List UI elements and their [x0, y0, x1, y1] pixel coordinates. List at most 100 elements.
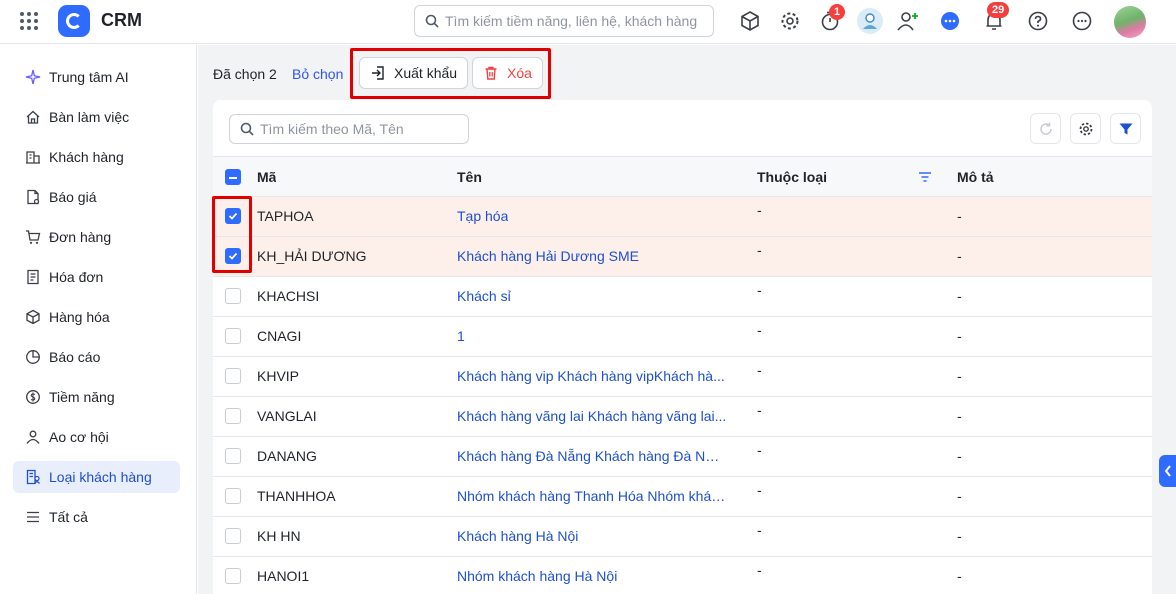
top-bar: CRM 1 29: [0, 0, 1176, 44]
cell-name[interactable]: Tạp hóa: [457, 208, 508, 224]
table-row[interactable]: KH_HẢI DƯƠNG Khách hàng Hải Dương SME - -: [213, 237, 1152, 277]
sidebar-item-8[interactable]: Báo cáo: [13, 341, 180, 373]
timer-badge: 1: [829, 4, 846, 20]
chevron-left-icon: [1164, 465, 1171, 477]
sidebar-item-6[interactable]: Hóa đơn: [13, 261, 180, 293]
cell-type: -: [757, 282, 762, 298]
help-icon[interactable]: [1025, 8, 1051, 34]
sidebar-item-12[interactable]: Tất cả: [13, 501, 180, 533]
column-filter-icon[interactable]: [918, 171, 932, 183]
table-row[interactable]: DANANG Khách hàng Đà Nẵng Khách hàng Đà N…: [213, 437, 1152, 477]
row-checkbox[interactable]: [225, 288, 241, 304]
global-search[interactable]: [414, 5, 714, 37]
sidebar-item-2[interactable]: Bàn làm việc: [13, 101, 180, 133]
row-checkbox[interactable]: [225, 448, 241, 464]
cell-type: -: [757, 442, 762, 458]
sidebar-item-1[interactable]: Trung tâm AI: [13, 61, 180, 93]
sidebar-item-10[interactable]: Ao cơ hội: [13, 421, 180, 453]
collapse-panel-tab[interactable]: [1159, 455, 1176, 487]
sidebar-item-label: Báo cáo: [49, 349, 101, 365]
cell-desc: -: [957, 528, 962, 544]
row-checkbox[interactable]: [225, 368, 241, 384]
action-buttons-highlight: [350, 48, 551, 99]
global-search-input[interactable]: [445, 13, 705, 29]
more-options-icon[interactable]: [1069, 8, 1095, 34]
app-launcher-icon[interactable]: [20, 12, 38, 30]
cell-type: -: [757, 402, 762, 418]
cell-code: KHVIP: [257, 368, 300, 384]
sidebar-item-label: Loại khách hàng: [49, 469, 152, 485]
select-all-checkbox[interactable]: [225, 169, 241, 185]
people-icon: [25, 429, 41, 445]
cart-icon: [25, 229, 41, 245]
sidebar-item-label: Đơn hàng: [49, 229, 112, 245]
sidebar-item-3[interactable]: Khách hàng: [13, 141, 180, 173]
sidebar-item-label: Khách hàng: [49, 149, 124, 165]
sidebar-item-9[interactable]: Tiềm năng: [13, 381, 180, 413]
cell-name[interactable]: Khách hàng Hà Nội: [457, 528, 578, 544]
header-type[interactable]: Thuộc loại: [757, 169, 827, 185]
cell-desc: -: [957, 288, 962, 304]
sidebar-item-label: Hàng hóa: [49, 309, 110, 325]
sidebar-item-label: Hóa đơn: [49, 269, 104, 285]
cell-desc: -: [957, 368, 962, 384]
cell-name[interactable]: Khách sỉ: [457, 288, 511, 304]
table-row[interactable]: KH HN Khách hàng Hà Nội - -: [213, 517, 1152, 557]
table-search[interactable]: [229, 114, 469, 144]
deselect-link[interactable]: Bỏ chọn: [292, 66, 343, 82]
header-code[interactable]: Mã: [257, 169, 276, 185]
settings-gear-icon[interactable]: [777, 8, 803, 34]
cell-type: -: [757, 482, 762, 498]
table-row[interactable]: KHVIP Khách hàng vip Khách hàng vipKhách …: [213, 357, 1152, 397]
cell-type: -: [757, 322, 762, 338]
cell-name[interactable]: Khách hàng Đà Nẵng Khách hàng Đà Nẵn...: [457, 448, 727, 464]
table-row[interactable]: THANHHOA Nhóm khách hàng Thanh Hóa Nhóm k…: [213, 477, 1152, 517]
table-row[interactable]: TAPHOA Tạp hóa - -: [213, 197, 1152, 237]
chat-icon[interactable]: [937, 8, 963, 34]
table-header: Mã Tên Thuộc loại Mô tả: [213, 156, 1152, 197]
cell-type: -: [757, 202, 762, 218]
table-row[interactable]: HANOI1 Nhóm khách hàng Hà Nội - -: [213, 557, 1152, 594]
sidebar-item-label: Báo giá: [49, 189, 97, 205]
cell-name[interactable]: Khách hàng vip Khách hàng vipKhách hà...: [457, 368, 725, 384]
table-row[interactable]: VANGLAI Khách hàng vãng lai Khách hàng vã…: [213, 397, 1152, 437]
notification-badge: 29: [987, 2, 1010, 18]
cell-code: THANHHOA: [257, 488, 336, 504]
header-name[interactable]: Tên: [457, 169, 482, 185]
cell-code: HANOI1: [257, 568, 310, 584]
cell-desc: -: [957, 488, 962, 504]
add-user-icon[interactable]: [895, 8, 921, 34]
header-desc[interactable]: Mô tả: [957, 169, 994, 185]
cell-desc: -: [957, 208, 962, 224]
table-settings-button[interactable]: [1070, 113, 1101, 144]
search-icon: [425, 14, 439, 28]
row-checkbox[interactable]: [225, 328, 241, 344]
row-checkbox[interactable]: [225, 408, 241, 424]
sidebar-item-7[interactable]: Hàng hóa: [13, 301, 180, 333]
sidebar-item-5[interactable]: Đơn hàng: [13, 221, 180, 253]
refresh-button[interactable]: [1030, 113, 1061, 144]
row-checkbox[interactable]: [225, 568, 241, 584]
filter-button[interactable]: [1110, 113, 1141, 144]
sidebar-item-4[interactable]: Báo giá: [13, 181, 180, 213]
customer-type-table-panel: Mã Tên Thuộc loại Mô tả TAPHOATạp hóa--K…: [213, 100, 1152, 594]
table-row[interactable]: CNAGI 1 - -: [213, 317, 1152, 357]
table-row[interactable]: KHACHSI Khách sỉ - -: [213, 277, 1152, 317]
pie-chart-icon: [25, 349, 41, 365]
sidebar-item-label: Trung tâm AI: [49, 69, 129, 85]
row-checkbox[interactable]: [225, 528, 241, 544]
user-avatar-icon[interactable]: [857, 8, 883, 34]
cube-icon[interactable]: [737, 8, 763, 34]
cell-name[interactable]: 1: [457, 328, 465, 344]
cell-name[interactable]: Khách hàng Hải Dương SME: [457, 248, 639, 264]
cell-name[interactable]: Nhóm khách hàng Thanh Hóa Nhóm khác...: [457, 488, 727, 504]
row-checkbox[interactable]: [225, 488, 241, 504]
sidebar-item-label: Tiềm năng: [49, 389, 115, 405]
sidebar-item-11[interactable]: Loại khách hàng: [13, 461, 180, 493]
profile-avatar[interactable]: [1114, 6, 1146, 38]
main-content: Đã chọn 2 Bỏ chọn Xuất khẩu Xóa Mã Tên: [198, 45, 1176, 594]
table-search-input[interactable]: [260, 121, 460, 137]
cell-name[interactable]: Nhóm khách hàng Hà Nội: [457, 568, 617, 584]
menu-icon: [25, 509, 41, 525]
cell-name[interactable]: Khách hàng vãng lai Khách hàng vãng lai.…: [457, 408, 726, 424]
